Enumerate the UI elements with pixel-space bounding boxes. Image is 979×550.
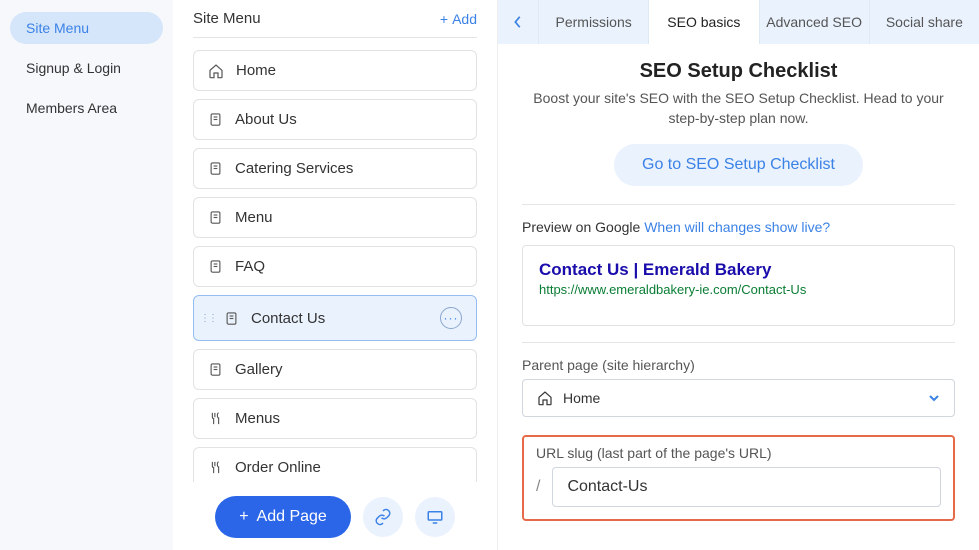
page-label: Menus	[235, 410, 280, 427]
parent-page-value: Home	[563, 390, 600, 406]
page-item-menu[interactable]: Menu	[193, 197, 477, 238]
home-icon	[208, 63, 224, 79]
tab-permissions[interactable]: Permissions	[538, 0, 648, 44]
add-menu-item-button[interactable]: + Add	[440, 11, 477, 27]
home-icon	[537, 390, 553, 406]
seo-panel: Permissions SEO basics Advanced SEO Soci…	[498, 0, 979, 550]
preview-url: https://www.emeraldbakery-ie.com/Contact…	[539, 282, 938, 297]
tab-bar: Permissions SEO basics Advanced SEO Soci…	[498, 0, 979, 44]
checklist-subtitle: Boost your site's SEO with the SEO Setup…	[522, 89, 955, 128]
sidebar-item-site-menu[interactable]: Site Menu	[10, 12, 163, 44]
page-item-faq[interactable]: FAQ	[193, 246, 477, 287]
page-icon	[224, 311, 239, 326]
page-icon	[208, 161, 223, 176]
url-slug-input[interactable]	[552, 467, 941, 507]
seo-body: SEO Setup Checklist Boost your site's SE…	[498, 44, 979, 550]
page-item-catering[interactable]: Catering Services	[193, 148, 477, 189]
plus-icon: +	[239, 508, 248, 526]
plus-icon: +	[440, 11, 448, 27]
page-icon	[208, 362, 223, 377]
tab-seo-basics[interactable]: SEO basics	[648, 0, 758, 44]
add-label: Add	[452, 11, 477, 27]
link-tool-button[interactable]	[363, 497, 403, 537]
page-label: Catering Services	[235, 160, 353, 177]
page-label: Home	[236, 62, 276, 79]
checklist-title: SEO Setup Checklist	[522, 60, 955, 83]
bottom-toolbar: + Add Page	[193, 482, 477, 550]
page-item-about-us[interactable]: About Us	[193, 99, 477, 140]
page-item-contact-us[interactable]: ⋮⋮ Contact Us ···	[193, 295, 477, 341]
page-item-home[interactable]: Home	[193, 50, 477, 91]
sidebar-item-members-area[interactable]: Members Area	[10, 92, 163, 124]
page-label: Order Online	[235, 459, 321, 476]
pages-panel: Site Menu + Add Home About Us Catering S…	[173, 0, 498, 550]
page-item-gallery[interactable]: Gallery	[193, 349, 477, 390]
chevron-down-icon	[928, 393, 940, 403]
tab-social-share[interactable]: Social share	[869, 0, 979, 44]
tab-advanced-seo[interactable]: Advanced SEO	[759, 0, 869, 44]
more-options-button[interactable]: ···	[440, 307, 462, 329]
page-label: Contact Us	[251, 310, 325, 327]
add-page-button[interactable]: + Add Page	[215, 496, 351, 538]
preview-label: Preview on Google	[522, 219, 640, 235]
pages-header: Site Menu + Add	[193, 10, 477, 38]
slug-prefix: /	[536, 478, 540, 496]
page-item-menus[interactable]: Menus	[193, 398, 477, 439]
page-icon	[208, 259, 223, 274]
google-preview-box: Contact Us | Emerald Bakery https://www.…	[522, 245, 955, 326]
go-to-checklist-button[interactable]: Go to SEO Setup Checklist	[614, 144, 863, 186]
page-icon	[208, 210, 223, 225]
divider	[522, 204, 955, 205]
page-label: FAQ	[235, 258, 265, 275]
back-button[interactable]	[498, 0, 538, 44]
page-list: Home About Us Catering Services Menu FAQ	[193, 50, 477, 482]
url-slug-label: URL slug (last part of the page's URL)	[536, 445, 941, 461]
url-slug-section: URL slug (last part of the page's URL) /	[522, 435, 955, 521]
divider	[522, 342, 955, 343]
changes-live-link[interactable]: When will changes show live?	[644, 219, 830, 235]
parent-page-label: Parent page (site hierarchy)	[522, 357, 955, 373]
restaurant-icon	[208, 460, 223, 475]
page-label: About Us	[235, 111, 297, 128]
url-slug-row: /	[536, 467, 941, 507]
sidebar-item-signup-login[interactable]: Signup & Login	[10, 52, 163, 84]
page-item-order-online[interactable]: Order Online	[193, 447, 477, 482]
preview-title: Contact Us | Emerald Bakery	[539, 260, 938, 280]
preview-label-row: Preview on Google When will changes show…	[522, 219, 955, 235]
pages-title: Site Menu	[193, 10, 261, 27]
page-label: Menu	[235, 209, 273, 226]
left-sidebar: Site Menu Signup & Login Members Area	[0, 0, 173, 550]
drag-handle-icon[interactable]: ⋮⋮	[200, 313, 216, 324]
page-label: Gallery	[235, 361, 283, 378]
parent-page-select[interactable]: Home	[522, 379, 955, 417]
restaurant-icon	[208, 411, 223, 426]
page-icon	[208, 112, 223, 127]
display-tool-button[interactable]	[415, 497, 455, 537]
add-page-label: Add Page	[257, 508, 327, 526]
